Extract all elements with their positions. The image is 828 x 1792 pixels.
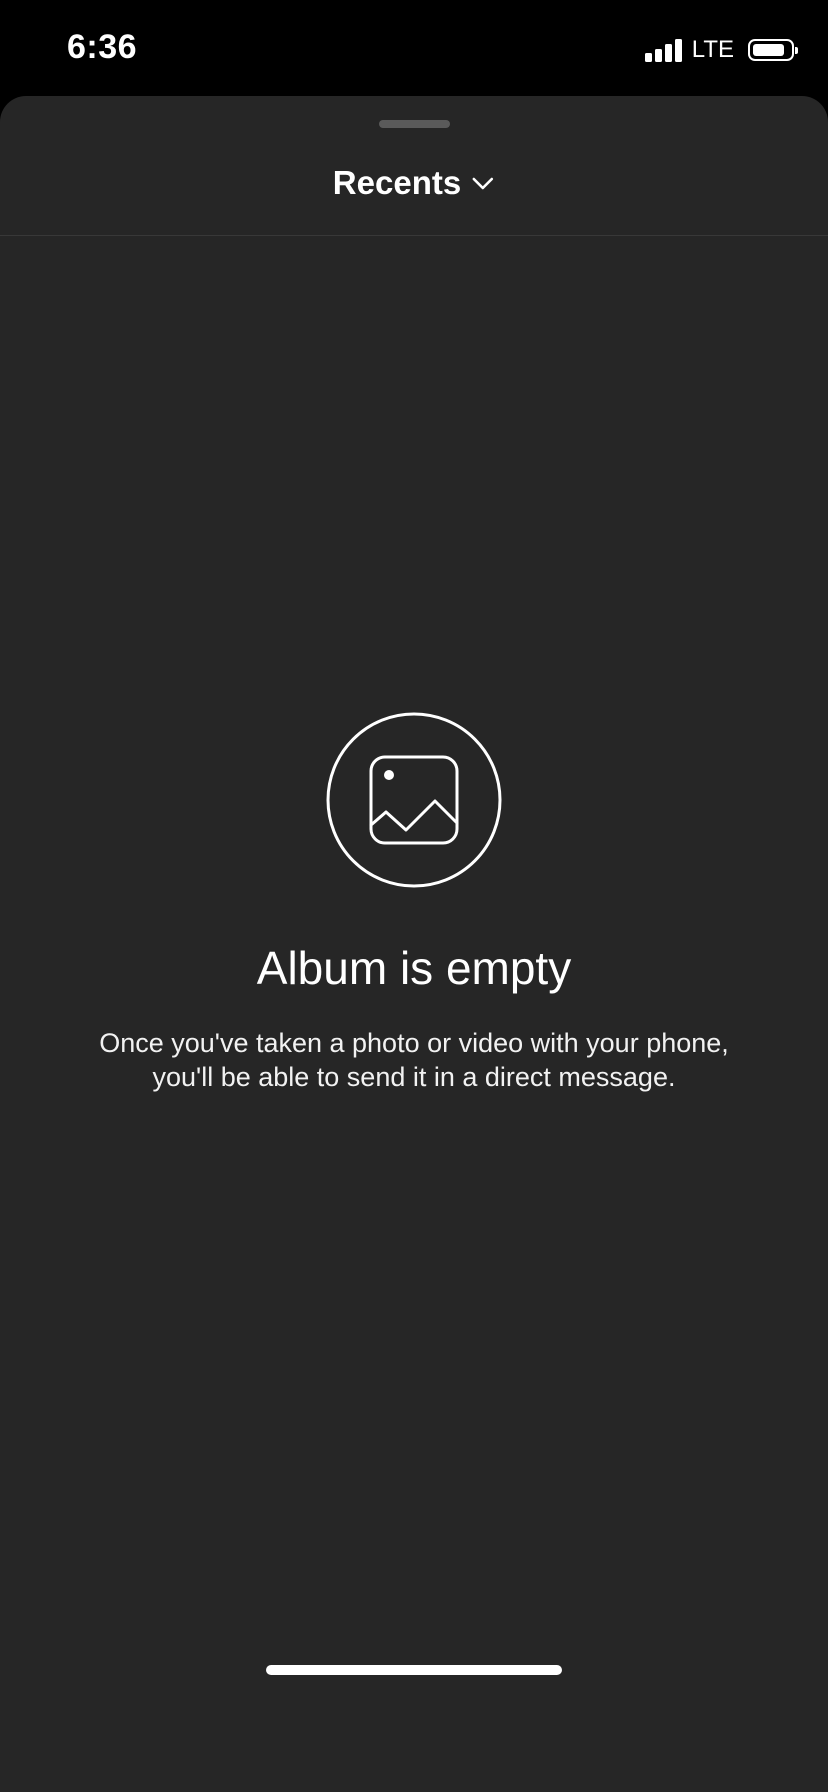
status-time: 6:36 [67, 28, 138, 66]
home-indicator[interactable] [266, 1665, 562, 1675]
status-bar: 6:36 LTE [0, 0, 828, 96]
signal-icon [644, 38, 682, 62]
empty-message-line-2: you'll be able to send it in a direct me… [152, 1062, 676, 1092]
album-title: Recents [332, 164, 462, 201]
network-label: LTE [691, 36, 734, 63]
battery-tip [795, 47, 798, 54]
empty-message-line-1: Once you've taken a photo or video with … [99, 1028, 729, 1058]
sheet-header: Recents [0, 136, 828, 236]
empty-title: Album is empty [256, 942, 572, 994]
screen: 6:36 LTE Recents Album is empty Once you… [0, 0, 828, 1792]
album-selector-button[interactable]: Recents [333, 164, 495, 202]
photo-circle-icon [326, 712, 502, 888]
battery-icon [748, 39, 798, 61]
empty-state: Album is empty Once you've taken a photo… [0, 712, 828, 1094]
status-indicators: LTE [644, 36, 798, 64]
chevron-down-icon [471, 175, 495, 191]
sheet-grabber[interactable] [379, 120, 450, 128]
empty-message: Once you've taken a photo or video with … [54, 1026, 774, 1094]
album-sheet: Recents Album is empty Once you've taken… [0, 96, 828, 1792]
battery-fill [753, 44, 784, 56]
